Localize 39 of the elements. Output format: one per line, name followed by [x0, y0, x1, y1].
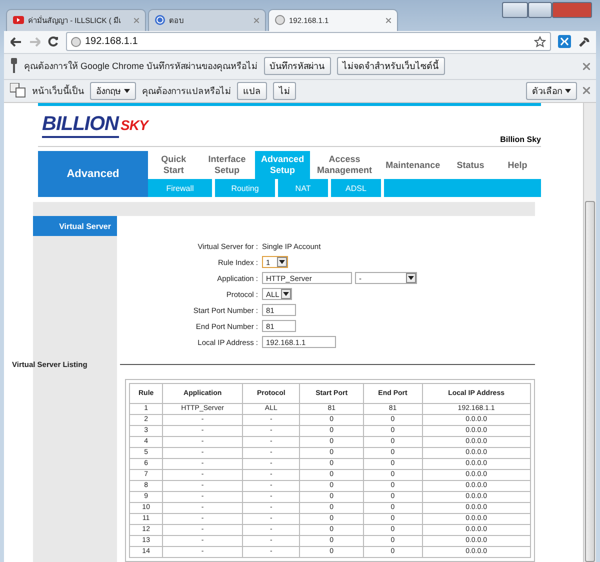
- close-icon[interactable]: [583, 87, 590, 94]
- globe-icon: [275, 15, 285, 26]
- globe-icon: [155, 15, 165, 26]
- scrollbar[interactable]: [583, 103, 596, 562]
- maximize-button[interactable]: [528, 2, 552, 18]
- language-select[interactable]: อังกฤษ: [90, 82, 136, 100]
- reload-icon[interactable]: [48, 36, 59, 48]
- address-bar[interactable]: 192.168.1.1: [66, 32, 551, 52]
- translate-question: คุณต้องการแปลหรือไม่: [142, 84, 231, 98]
- globe-icon: [71, 36, 81, 47]
- prompt-button[interactable]: บันทึกรหัสผ่าน: [264, 57, 331, 76]
- brand-logo: BILLIONSKY: [42, 112, 148, 138]
- section-title: Advanced: [38, 151, 148, 197]
- translate-icon: [10, 83, 26, 98]
- video-icon: [13, 16, 24, 24]
- close-icon[interactable]: [583, 62, 590, 70]
- close-icon[interactable]: [254, 18, 259, 23]
- caret-icon: [279, 260, 285, 264]
- caret-icon: [565, 88, 571, 93]
- minimize-button[interactable]: [502, 2, 528, 18]
- password-prompt: คุณต้องการให้ Google Chrome บันทึกรหัสผ่านของคุณหรือไม่: [24, 60, 258, 74]
- device-name: Billion Sky: [500, 135, 541, 144]
- close-icon[interactable]: [386, 18, 391, 23]
- caret-icon: [283, 292, 289, 296]
- translate-button[interactable]: ไม่: [273, 82, 296, 100]
- back-icon[interactable]: [10, 36, 22, 47]
- caret-icon: [408, 276, 414, 280]
- options-button[interactable]: ตัวเลือก: [526, 82, 577, 100]
- close-icon[interactable]: [134, 18, 139, 23]
- key-icon: [10, 58, 18, 74]
- extension-icon[interactable]: [558, 35, 571, 48]
- star-icon[interactable]: [534, 36, 546, 48]
- caret-icon: [124, 88, 130, 93]
- forward-icon[interactable]: [29, 36, 41, 47]
- wrench-icon[interactable]: [578, 36, 590, 48]
- sidebar-title: Virtual Server: [33, 216, 117, 236]
- translate-button[interactable]: แปล: [237, 82, 267, 100]
- prompt-button[interactable]: ไม่จดจำสำหรับเว็บไซต์นี้: [336, 57, 445, 76]
- translate-prefix: หน้าเว็บนี้เป็น: [32, 84, 84, 98]
